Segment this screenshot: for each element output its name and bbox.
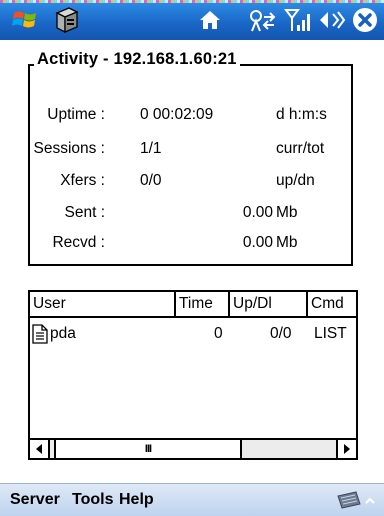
sent-unit: Mb: [276, 204, 298, 221]
list-header: User Time Up/Dl Cmd: [30, 292, 356, 320]
close-icon[interactable]: [348, 0, 382, 40]
sessions-value: 1/1: [140, 140, 162, 157]
xfers-value: 0/0: [140, 172, 162, 189]
uptime-value: 0 00:02:09: [140, 106, 214, 123]
sessions-label: Sessions :: [33, 140, 105, 157]
menu-tools[interactable]: Tools: [72, 491, 113, 509]
keyboard-icon[interactable]: [336, 490, 376, 515]
recvd-row: Recvd : 0.00 Mb: [28, 234, 353, 258]
uptime-row: Uptime : 0 00:02:09 d h:m:s: [28, 106, 353, 130]
uptime-label: Uptime :: [47, 106, 105, 123]
home-icon[interactable]: [196, 0, 224, 40]
recvd-unit: Mb: [276, 234, 298, 251]
scrollbar-grip: III: [144, 443, 152, 455]
menu-help[interactable]: Help: [119, 491, 154, 509]
column-header-updl[interactable]: Up/Dl: [230, 292, 308, 318]
list-item[interactable]: pda 0 0/0 LIST: [30, 322, 356, 346]
title-bar: [0, 0, 384, 40]
xfers-label: Xfers :: [60, 172, 105, 189]
windows-start-icon[interactable]: [8, 0, 42, 40]
horizontal-scrollbar[interactable]: III: [30, 438, 356, 458]
scroll-right-button[interactable]: [336, 440, 356, 458]
sent-row: Sent : 0.00 Mb: [28, 204, 353, 228]
column-header-cmd[interactable]: Cmd: [308, 292, 356, 318]
column-header-time[interactable]: Time: [176, 292, 230, 318]
volume-icon[interactable]: [316, 0, 348, 40]
list-item-updl: 0/0: [270, 325, 292, 342]
app-icon[interactable]: [50, 0, 84, 40]
recvd-label: Recvd :: [52, 234, 105, 251]
scroll-left-button[interactable]: [30, 440, 50, 458]
arrow-left-icon: [36, 444, 42, 454]
uptime-unit: d h:m:s: [276, 106, 327, 123]
signal-icon[interactable]: [282, 0, 314, 40]
menu-bar: Server Tools Help: [0, 483, 384, 516]
activity-group-title: Activity - 192.168.1.60:21: [34, 50, 240, 69]
sessions-unit: curr/tot: [276, 140, 325, 157]
list-item-user: pda: [50, 325, 76, 342]
list-item-time: 0: [214, 325, 223, 342]
sessions-list[interactable]: User Time Up/Dl Cmd pda 0 0/0 LIST III: [28, 290, 358, 460]
xfers-row: Xfers : 0/0 up/dn: [28, 172, 353, 196]
xfers-unit: up/dn: [276, 172, 315, 189]
list-item-cmd: LIST: [314, 325, 347, 342]
sent-value: 0.00: [242, 204, 273, 221]
menu-server[interactable]: Server: [10, 491, 60, 509]
document-icon: [32, 324, 48, 344]
column-header-user[interactable]: User: [30, 292, 176, 318]
sent-label: Sent :: [64, 204, 106, 221]
recvd-value: 0.00: [242, 234, 273, 251]
scrollbar-thumb[interactable]: III: [54, 440, 242, 458]
sessions-row: Sessions : 1/1 curr/tot: [28, 140, 353, 164]
arrow-right-icon: [344, 444, 350, 454]
connectivity-icon[interactable]: [246, 0, 278, 40]
